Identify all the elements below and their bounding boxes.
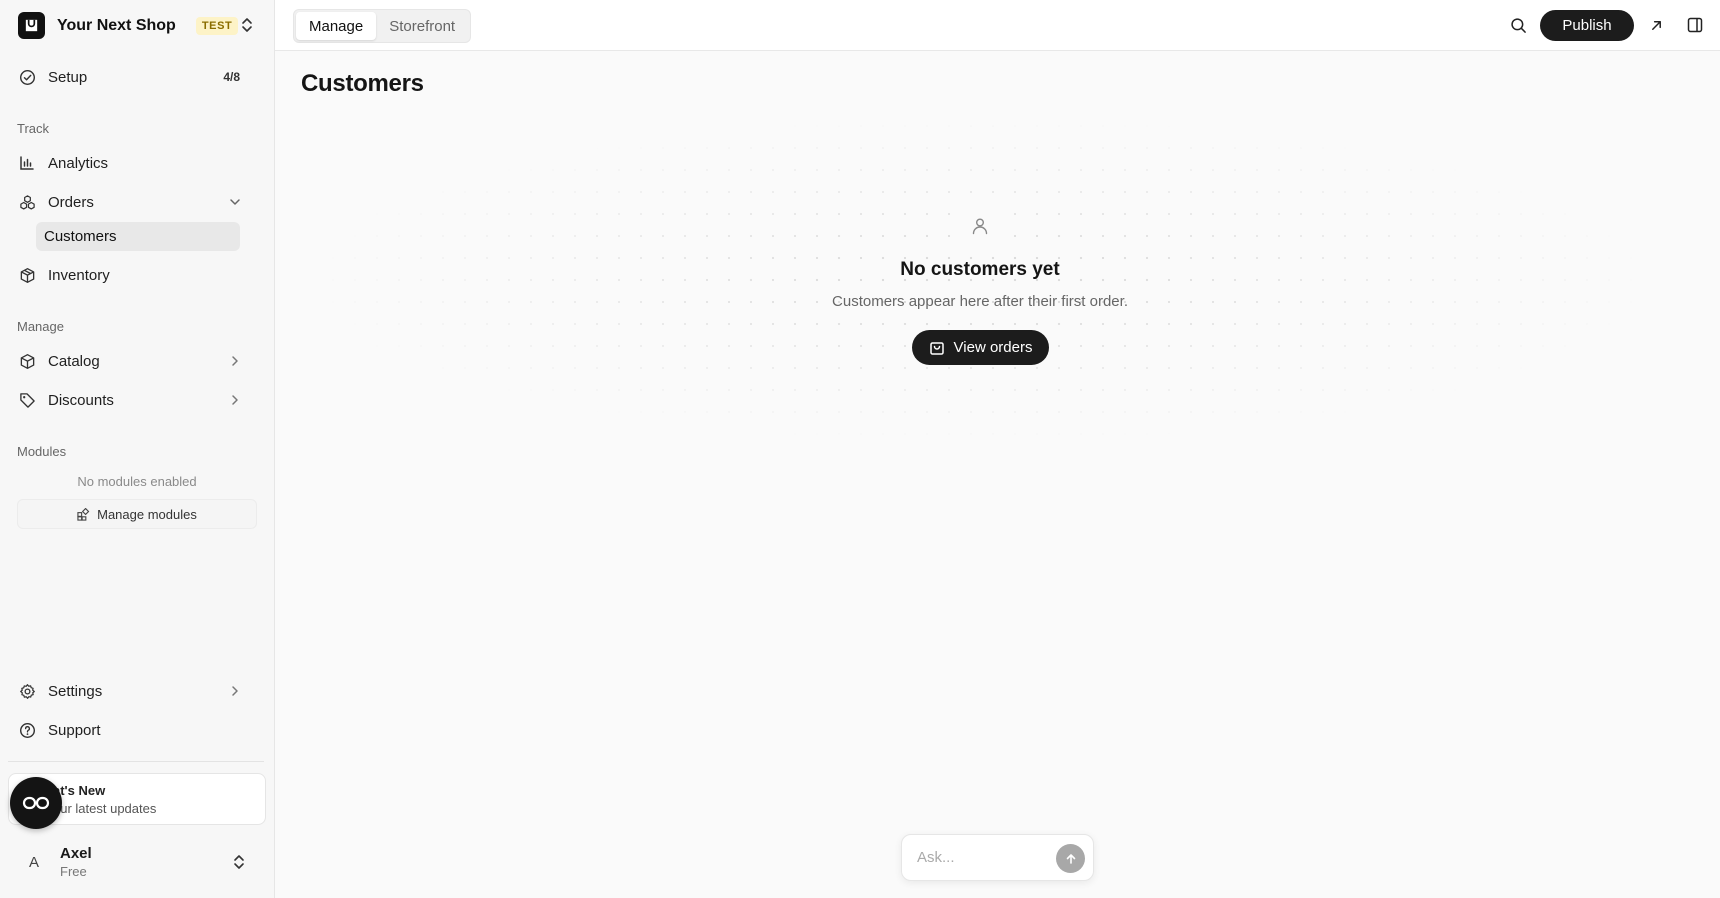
modules-grid-icon <box>77 507 91 521</box>
sidebar-item-label: Orders <box>48 193 94 211</box>
shop-name: Your Next Shop <box>57 16 176 34</box>
empty-state-subtitle: Customers appear here after their first … <box>832 293 1128 310</box>
sidebar-item-inventory[interactable]: Inventory <box>8 258 260 292</box>
gear-icon <box>18 682 36 700</box>
tab-storefront[interactable]: Storefront <box>376 12 468 40</box>
cube-icon <box>18 352 36 370</box>
sidebar-item-label: Support <box>48 721 101 739</box>
view-orders-label: View orders <box>953 339 1033 356</box>
orders-icon <box>18 193 36 211</box>
shopping-bag-icon <box>929 340 945 356</box>
empty-state-title: No customers yet <box>900 259 1060 280</box>
sidebar-item-setup[interactable]: Setup 4/8 <box>8 60 260 94</box>
external-link-arrow-icon[interactable] <box>1645 14 1667 36</box>
ask-input[interactable] <box>917 849 1047 866</box>
chevron-down-icon[interactable] <box>226 193 244 211</box>
manage-modules-label: Manage modules <box>97 506 197 522</box>
sidebar-item-label: Inventory <box>48 266 110 284</box>
user-name: Axel <box>60 845 92 862</box>
sidebar: Your Next Shop TEST Setup 4/8 Track Anal… <box>0 0 275 898</box>
user-plan: Free <box>60 864 87 879</box>
chevron-right-icon[interactable] <box>226 391 244 409</box>
section-label-modules: Modules <box>17 444 67 459</box>
user-account-switcher[interactable]: A Axel Free <box>8 842 264 882</box>
sidebar-item-analytics[interactable]: Analytics <box>8 146 260 180</box>
tab-manage[interactable]: Manage <box>296 12 377 40</box>
sidebar-item-label: Discounts <box>48 391 114 409</box>
mode-tabs: Manage Storefront <box>293 9 472 43</box>
panel-toggle-icon[interactable] <box>1684 14 1706 36</box>
avatar: A <box>28 853 39 871</box>
view-orders-button[interactable]: View orders <box>912 330 1049 365</box>
no-modules-text: No modules enabled <box>77 474 197 489</box>
whats-new-subtitle: our latest updates <box>53 801 157 816</box>
sidebar-divider <box>8 761 264 762</box>
section-label-manage: Manage <box>17 319 64 334</box>
sidebar-item-label: Analytics <box>48 154 109 172</box>
chevron-right-icon[interactable] <box>226 682 244 700</box>
test-badge: TEST <box>195 16 239 35</box>
sidebar-item-label: Catalog <box>48 352 100 370</box>
send-arrow-icon[interactable] <box>1056 844 1085 873</box>
glasses-icon <box>22 795 50 811</box>
assistant-fab-button[interactable] <box>10 777 62 829</box>
section-label-track: Track <box>17 121 50 136</box>
user-icon <box>958 204 1002 248</box>
sidebar-item-settings[interactable]: Settings <box>8 674 260 708</box>
brand-header[interactable]: Your Next Shop TEST <box>0 0 275 51</box>
setup-progress-count: 4/8 <box>223 70 240 84</box>
box-icon <box>18 266 36 284</box>
manage-modules-button[interactable]: Manage modules <box>17 499 257 529</box>
check-circle-icon <box>18 68 36 86</box>
chevron-up-down-icon[interactable] <box>230 853 248 871</box>
tag-icon <box>18 391 36 409</box>
sidebar-item-label: Settings <box>48 682 103 700</box>
bar-chart-icon <box>18 154 36 172</box>
whats-new-title: at's New <box>53 783 106 798</box>
search-icon[interactable] <box>1507 14 1529 36</box>
shop-bag-icon <box>18 12 45 39</box>
top-bar: Manage Storefront Publish <box>275 0 1720 51</box>
sidebar-item-label: Setup <box>48 68 88 86</box>
sidebar-item-catalog[interactable]: Catalog <box>8 344 260 378</box>
help-circle-icon <box>18 721 36 739</box>
sidebar-item-customers[interactable]: Customers <box>36 222 240 251</box>
sidebar-item-label: Customers <box>44 228 117 245</box>
chevron-up-down-icon[interactable] <box>237 15 257 35</box>
sidebar-item-orders[interactable]: Orders <box>8 185 260 219</box>
sidebar-item-support[interactable]: Support <box>8 713 260 747</box>
page-title: Customers <box>301 70 424 97</box>
chevron-right-icon[interactable] <box>226 352 244 370</box>
sidebar-item-discounts[interactable]: Discounts <box>8 383 260 417</box>
publish-button[interactable]: Publish <box>1540 10 1634 41</box>
ask-box <box>901 834 1094 881</box>
